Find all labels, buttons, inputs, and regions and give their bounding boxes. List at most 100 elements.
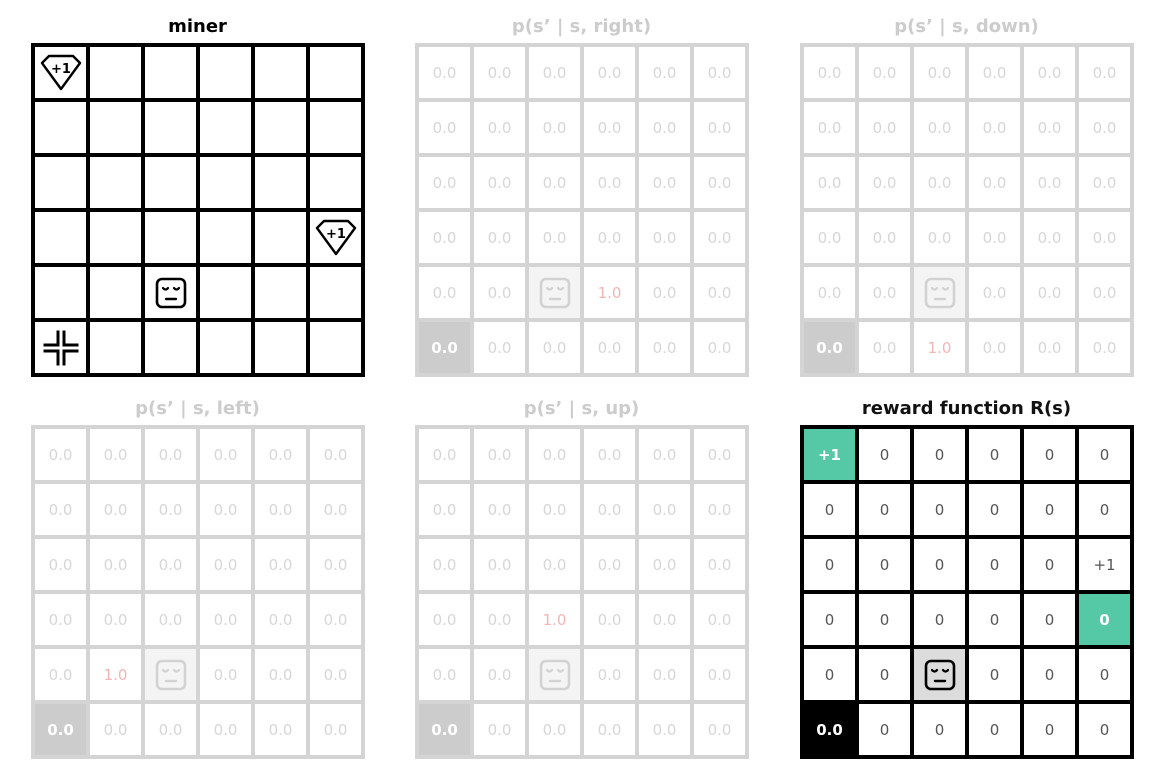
cell-value: 0.0 bbox=[652, 720, 677, 739]
grid-cell: 0.0 bbox=[804, 157, 855, 208]
cell-value: 0 bbox=[989, 665, 1000, 684]
grid-cell bbox=[145, 649, 196, 700]
grid-cell: 0.0 bbox=[529, 47, 580, 98]
cell-value: 0.0 bbox=[47, 720, 74, 739]
grid-cell: 0.0 bbox=[639, 212, 690, 263]
cell-value: 0.0 bbox=[103, 610, 128, 629]
right-transition-panel: p(s’ | s, right) 0.0 0.0 0.0 0.0 0.0 0.0 0.0 0.… bbox=[415, 16, 749, 377]
grid-cell: 0 bbox=[1079, 484, 1130, 535]
grid-cell bbox=[529, 649, 580, 700]
cell-value: 0.0 bbox=[597, 338, 622, 357]
grid-cell: 0.0 bbox=[145, 484, 196, 535]
grid-cell bbox=[200, 322, 251, 373]
grid-cell: 0.0 bbox=[694, 704, 745, 755]
cell-value: 0 bbox=[1099, 500, 1110, 519]
grid-cell: 0 bbox=[804, 649, 855, 700]
grid-cell: 0.0 bbox=[474, 704, 525, 755]
cell-value: 0.0 bbox=[323, 720, 348, 739]
up-transition-grid: 0.0 0.0 0.0 0.0 0.0 0.0 0.0 0.0 0.0 0.0 0.0 0.0 0.0 0… bbox=[415, 425, 749, 759]
grid-cell: 0.0 bbox=[584, 47, 635, 98]
cell-value: 0.0 bbox=[213, 445, 238, 464]
grid-cell: 0.0 bbox=[639, 157, 690, 208]
cell-value: 0.0 bbox=[597, 720, 622, 739]
cell-value: 0 bbox=[1099, 445, 1110, 464]
cell-value: 0.0 bbox=[817, 63, 842, 82]
grid-cell: 0.0 bbox=[529, 539, 580, 590]
grid-cell: 0.0 bbox=[914, 157, 965, 208]
grid-cell bbox=[35, 157, 86, 208]
cell-value: 0.0 bbox=[652, 338, 677, 357]
cell-value: 0.0 bbox=[982, 173, 1007, 192]
cell-value: 0.0 bbox=[707, 445, 732, 464]
up-transition-title: p(s’ | s, up) bbox=[523, 398, 640, 419]
grid-cell: 0.0 bbox=[584, 594, 635, 645]
cell-value: 0.0 bbox=[707, 118, 732, 137]
grid-cell: 0.0 bbox=[529, 102, 580, 153]
cell-value: 0.0 bbox=[1092, 228, 1117, 247]
down-transition-panel: p(s’ | s, down) 0.0 0.0 0.0 0.0 0.0 0.0 0.0 0.0… bbox=[800, 16, 1134, 377]
grid-cell: 0.0 bbox=[694, 322, 745, 373]
grid-cell: 0.0 bbox=[255, 649, 306, 700]
grid-cell: 0.0 bbox=[474, 267, 525, 318]
grid-cell: 0.0 bbox=[474, 539, 525, 590]
cell-value: 0.0 bbox=[487, 173, 512, 192]
cell-value: 0.0 bbox=[268, 445, 293, 464]
grid-cell: 0.0 bbox=[1024, 157, 1075, 208]
cell-value: 0.0 bbox=[1037, 338, 1062, 357]
grid-cell: 0.0 bbox=[969, 47, 1020, 98]
cell-value: 0.0 bbox=[213, 610, 238, 629]
cell-value: 0.0 bbox=[487, 118, 512, 137]
grid-cell: 0.0 bbox=[529, 322, 580, 373]
grid-cell: 0.0 bbox=[310, 594, 361, 645]
grid-cell: 0.0 bbox=[639, 484, 690, 535]
cell-value: 0.0 bbox=[431, 720, 458, 739]
cell-value: 0.0 bbox=[597, 555, 622, 574]
grid-cell: 0.0 bbox=[419, 429, 470, 480]
grid-cell: 0.0 bbox=[255, 484, 306, 535]
reward-title: reward function R(s) bbox=[861, 398, 1072, 419]
grid-cell: 0.0 bbox=[90, 704, 141, 755]
grid-cell bbox=[310, 322, 361, 373]
grid-cell: 0.0 bbox=[914, 47, 965, 98]
cell-value: 0 bbox=[934, 445, 945, 464]
right-transition-grid: 0.0 0.0 0.0 0.0 0.0 0.0 0.0 0.0 0.0 0.0 0.0 0.0 0.0 0… bbox=[415, 43, 749, 377]
grid-cell bbox=[35, 212, 86, 263]
grid-cell: 0.0 bbox=[694, 47, 745, 98]
grid-cell: 0.0 bbox=[639, 47, 690, 98]
cell-value: 0 bbox=[989, 610, 1000, 629]
home-base-icon bbox=[43, 330, 78, 365]
cell-value: 0.0 bbox=[597, 173, 622, 192]
grid-cell: 0.0 bbox=[804, 704, 855, 755]
cell-value: 0.0 bbox=[487, 720, 512, 739]
cell-value: 0.0 bbox=[652, 610, 677, 629]
cell-value: 0.0 bbox=[323, 555, 348, 574]
cell-value: 0.0 bbox=[1092, 283, 1117, 302]
grid-cell: 0.0 bbox=[35, 484, 86, 535]
cell-value: 0 bbox=[879, 555, 890, 574]
cell-value: 1.0 bbox=[597, 283, 622, 302]
cell-value: 0 bbox=[1044, 445, 1055, 464]
cell-value: 0.0 bbox=[542, 500, 567, 519]
cell-value: 0.0 bbox=[432, 283, 457, 302]
grid-cell: 0.0 bbox=[804, 47, 855, 98]
grid-cell: 0.0 bbox=[90, 484, 141, 535]
cell-value: 0.0 bbox=[48, 555, 73, 574]
cell-value: 0.0 bbox=[817, 228, 842, 247]
cell-value: 0 bbox=[879, 665, 890, 684]
grid-cell: +1 bbox=[804, 429, 855, 480]
cell-value: 0.0 bbox=[48, 610, 73, 629]
grid-cell bbox=[35, 267, 86, 318]
grid-cell: 0 bbox=[804, 539, 855, 590]
cell-value: 0.0 bbox=[652, 445, 677, 464]
grid-cell: 0 bbox=[914, 429, 965, 480]
grid-cell: 0.0 bbox=[1079, 102, 1130, 153]
grid-cell bbox=[35, 322, 86, 373]
cell-value: 0.0 bbox=[487, 500, 512, 519]
grid-cell: 0.0 bbox=[529, 212, 580, 263]
grid-cell bbox=[255, 157, 306, 208]
grid-cell: 0.0 bbox=[1024, 102, 1075, 153]
cell-value: 0.0 bbox=[652, 228, 677, 247]
cell-value: 0.0 bbox=[707, 173, 732, 192]
cell-value: 0.0 bbox=[652, 665, 677, 684]
cell-value: 0.0 bbox=[817, 173, 842, 192]
